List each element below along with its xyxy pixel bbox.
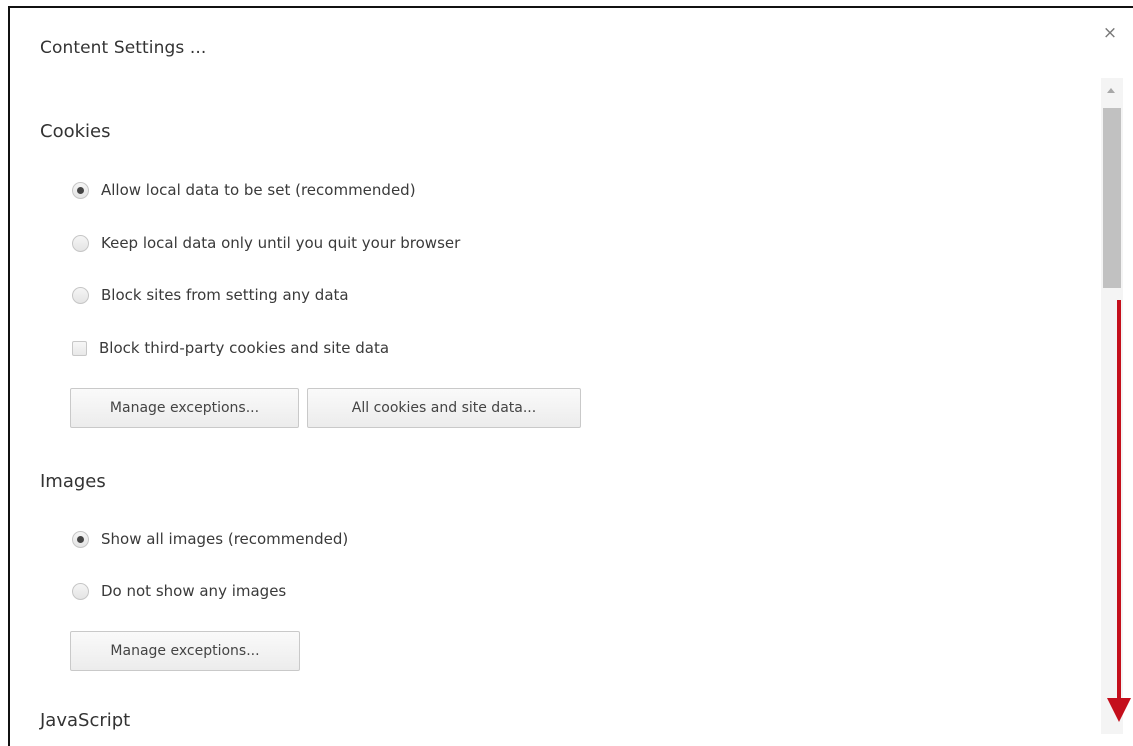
option-label: Do not show any images [101, 582, 287, 600]
option-label: Block sites from setting any data [101, 286, 349, 304]
scroll-down-annotation-arrow-icon [1105, 290, 1133, 730]
cookies-manage-exceptions-button[interactable]: Manage exceptions... [70, 388, 299, 428]
dialog-title: Content Settings ... [40, 38, 207, 58]
images-do-not-show-option[interactable]: Do not show any images [72, 579, 286, 603]
all-cookies-and-site-data-button[interactable]: All cookies and site data... [307, 388, 581, 428]
radio-unchecked-icon[interactable] [72, 582, 89, 600]
radio-unchecked-icon[interactable] [72, 286, 89, 304]
annotation-arrow-shaft [1117, 300, 1121, 700]
block-third-party-cookies-option[interactable]: Block third-party cookies and site data [72, 336, 389, 360]
images-show-all-option[interactable]: Show all images (recommended) [72, 527, 348, 551]
option-label: Block third-party cookies and site data [99, 339, 390, 357]
images-manage-exceptions-button[interactable]: Manage exceptions... [70, 631, 300, 671]
javascript-heading: JavaScript [40, 710, 131, 731]
radio-checked-icon[interactable] [72, 530, 89, 548]
content-settings-dialog: Content Settings ... × Cookies Allow loc… [8, 6, 1133, 746]
scroll-thumb[interactable] [1103, 108, 1121, 288]
scroll-up-arrow-icon[interactable] [1107, 88, 1115, 93]
radio-unchecked-icon[interactable] [72, 234, 89, 252]
close-icon[interactable]: × [1100, 23, 1120, 43]
option-label: Allow local data to be set (recommended) [101, 181, 416, 199]
cookies-heading: Cookies [40, 121, 111, 142]
cookies-block-option[interactable]: Block sites from setting any data [72, 283, 349, 307]
images-heading: Images [40, 471, 106, 492]
radio-checked-icon[interactable] [72, 181, 89, 199]
option-label: Keep local data only until you quit your… [101, 234, 461, 252]
checkbox-icon[interactable] [72, 340, 87, 356]
annotation-arrow-head [1107, 698, 1131, 722]
cookies-session-only-option[interactable]: Keep local data only until you quit your… [72, 231, 460, 255]
cookies-allow-option[interactable]: Allow local data to be set (recommended) [72, 178, 416, 202]
option-label: Show all images (recommended) [101, 530, 349, 548]
